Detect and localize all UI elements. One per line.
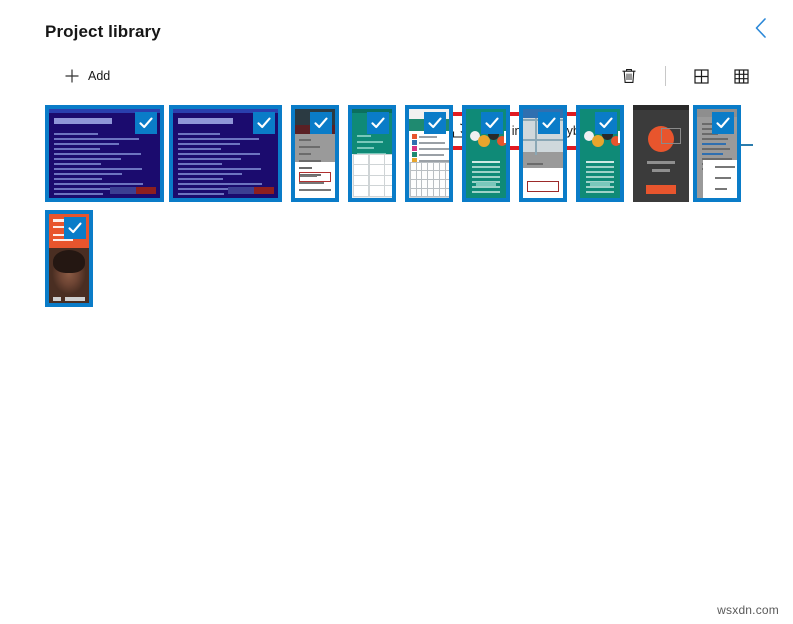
thumb-app-onboarding-2[interactable]: [576, 105, 624, 202]
thumbnail-content: [523, 109, 563, 198]
checkmark-icon[interactable]: [253, 112, 275, 134]
back-button[interactable]: [745, 14, 777, 46]
checkmark-icon[interactable]: [310, 112, 332, 134]
watermark: wsxdn.com: [717, 603, 779, 617]
toolbar-separator: [665, 66, 666, 86]
plus-icon: [64, 68, 80, 84]
add-button[interactable]: Add: [55, 60, 119, 92]
checkmark-icon[interactable]: [135, 112, 157, 134]
thumbnail-content: [466, 109, 506, 198]
thumbnail-content: [697, 109, 737, 198]
checkmark-icon[interactable]: [367, 112, 389, 134]
thumbnail-content: [49, 109, 160, 198]
checkmark-icon[interactable]: [538, 112, 560, 134]
grid-large-icon: [693, 68, 710, 85]
page-title: Project library: [45, 22, 161, 41]
checkmark-icon[interactable]: [712, 112, 734, 134]
thumbnail-content: [633, 105, 689, 202]
delete-button[interactable]: [614, 60, 644, 92]
thumbnail-content: [49, 214, 89, 303]
thumb-app-onboarding-1[interactable]: [462, 105, 510, 202]
thumb-profile-photo[interactable]: [45, 210, 93, 307]
thumb-app-settings[interactable]: [291, 105, 339, 202]
thumbnail-row: [45, 105, 775, 210]
trash-icon: [620, 67, 638, 85]
thumbnail-image: [633, 105, 689, 202]
thumbnail-content: [295, 109, 335, 198]
checkmark-icon[interactable]: [595, 112, 617, 134]
thumb-app-keypad[interactable]: [348, 105, 396, 202]
view-large-button[interactable]: [687, 60, 716, 92]
chevron-left-icon: [753, 17, 769, 44]
checkmark-icon[interactable]: [481, 112, 503, 134]
thumbnail-content: [580, 109, 620, 198]
thumbnail-content: [352, 109, 392, 198]
thumb-app-map[interactable]: [519, 105, 567, 202]
thumb-installer-welcome[interactable]: [45, 105, 164, 202]
command-bar: Add Place in the storyboard: [0, 56, 793, 150]
checkmark-icon[interactable]: [64, 217, 86, 239]
thumbnail-row: [45, 210, 775, 315]
view-small-button[interactable]: [727, 60, 756, 92]
thumbnail-content: [409, 109, 449, 198]
thumb-app-form[interactable]: [693, 105, 741, 202]
thumb-app-contacts[interactable]: [405, 105, 453, 202]
thumb-installer-license[interactable]: [169, 105, 282, 202]
thumb-app-splash[interactable]: [633, 105, 689, 202]
grid-small-icon: [733, 68, 750, 85]
thumbnail-content: [173, 109, 278, 198]
thumbnail-grid: [45, 105, 775, 315]
checkmark-icon[interactable]: [424, 112, 446, 134]
add-label: Add: [88, 69, 111, 83]
